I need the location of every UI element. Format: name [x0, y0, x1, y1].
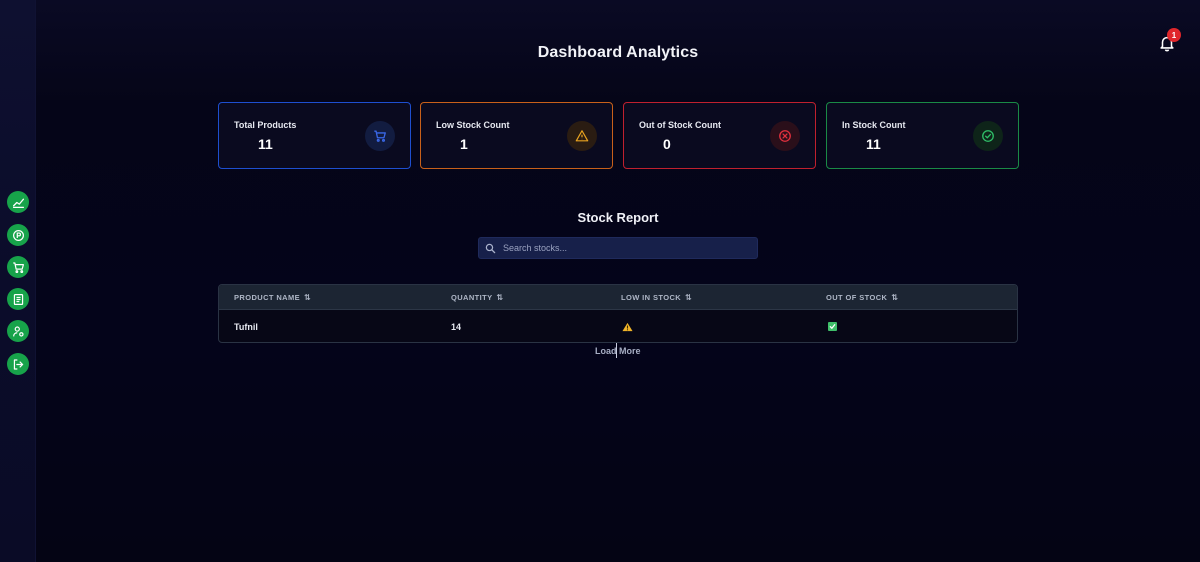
card-total-products: Total Products 11: [218, 102, 411, 169]
sidebar-item-products[interactable]: [7, 224, 29, 246]
card-value: 0: [663, 136, 671, 152]
column-header-product-name[interactable]: PRODUCT NAME ⇅: [234, 293, 311, 302]
section-title: Stock Report: [577, 210, 659, 225]
sort-icon: ⇅: [685, 293, 693, 302]
warning-icon: [567, 121, 597, 151]
sidebar: [0, 0, 36, 562]
product-icon: [12, 229, 24, 241]
sidebar-item-users[interactable]: [7, 320, 29, 342]
sidebar-item-analytics[interactable]: [7, 191, 29, 213]
chart-line-icon: [12, 198, 24, 208]
cell-quantity: 14: [451, 322, 462, 332]
load-more-button[interactable]: Load More: [595, 346, 641, 356]
x-circle-icon: [770, 121, 800, 151]
sidebar-item-logout[interactable]: [7, 353, 29, 375]
check-circle-icon: [973, 121, 1003, 151]
text-cursor: [616, 343, 617, 358]
sidebar-item-reports[interactable]: [7, 288, 29, 310]
app-root: Dashboard Analytics 1 Total Products 11 …: [0, 0, 1200, 562]
user-settings-icon: [12, 325, 24, 337]
card-value: 11: [258, 136, 273, 152]
card-low-stock: Low Stock Count 1: [420, 102, 613, 169]
warning-icon: [622, 322, 633, 332]
report-icon: [13, 293, 23, 305]
card-label: Low Stock Count: [436, 120, 510, 130]
out-of-stock-checkbox[interactable]: [828, 322, 837, 331]
check-icon: [829, 324, 836, 329]
notification-badge: 1: [1167, 28, 1181, 42]
search-bar: [478, 237, 758, 259]
page-title: Dashboard Analytics: [537, 44, 699, 61]
sort-icon: ⇅: [496, 293, 504, 302]
sidebar-item-cart[interactable]: [7, 256, 29, 278]
column-header-quantity[interactable]: QUANTITY ⇅: [451, 293, 504, 302]
column-label: QUANTITY: [451, 293, 493, 302]
card-label: Total Products: [234, 120, 297, 130]
card-out-of-stock: Out of Stock Count 0: [623, 102, 816, 169]
sort-icon: ⇅: [304, 293, 312, 302]
column-label: PRODUCT NAME: [234, 293, 301, 302]
cart-icon: [365, 121, 395, 151]
stock-table: PRODUCT NAME ⇅ QUANTITY ⇅ LOW IN STOCK ⇅…: [218, 284, 1018, 343]
card-label: In Stock Count: [842, 120, 906, 130]
column-label: LOW IN STOCK: [621, 293, 682, 302]
logout-icon: [13, 358, 23, 370]
card-value: 1: [460, 136, 468, 152]
table-row: Tufnil 14: [219, 311, 1017, 342]
sort-icon: ⇅: [891, 293, 899, 302]
table-header: PRODUCT NAME ⇅ QUANTITY ⇅ LOW IN STOCK ⇅…: [219, 285, 1017, 310]
cart-icon: [12, 261, 24, 273]
search-icon: [485, 243, 496, 254]
column-header-low-in-stock[interactable]: LOW IN STOCK ⇅: [621, 293, 692, 302]
cell-product-name: Tufnil: [234, 322, 258, 332]
column-header-out-of-stock[interactable]: OUT OF STOCK ⇅: [826, 293, 898, 302]
search-input[interactable]: [503, 238, 753, 258]
card-label: Out of Stock Count: [639, 120, 721, 130]
column-label: OUT OF STOCK: [826, 293, 888, 302]
card-value: 11: [866, 136, 881, 152]
card-in-stock: In Stock Count 11: [826, 102, 1019, 169]
